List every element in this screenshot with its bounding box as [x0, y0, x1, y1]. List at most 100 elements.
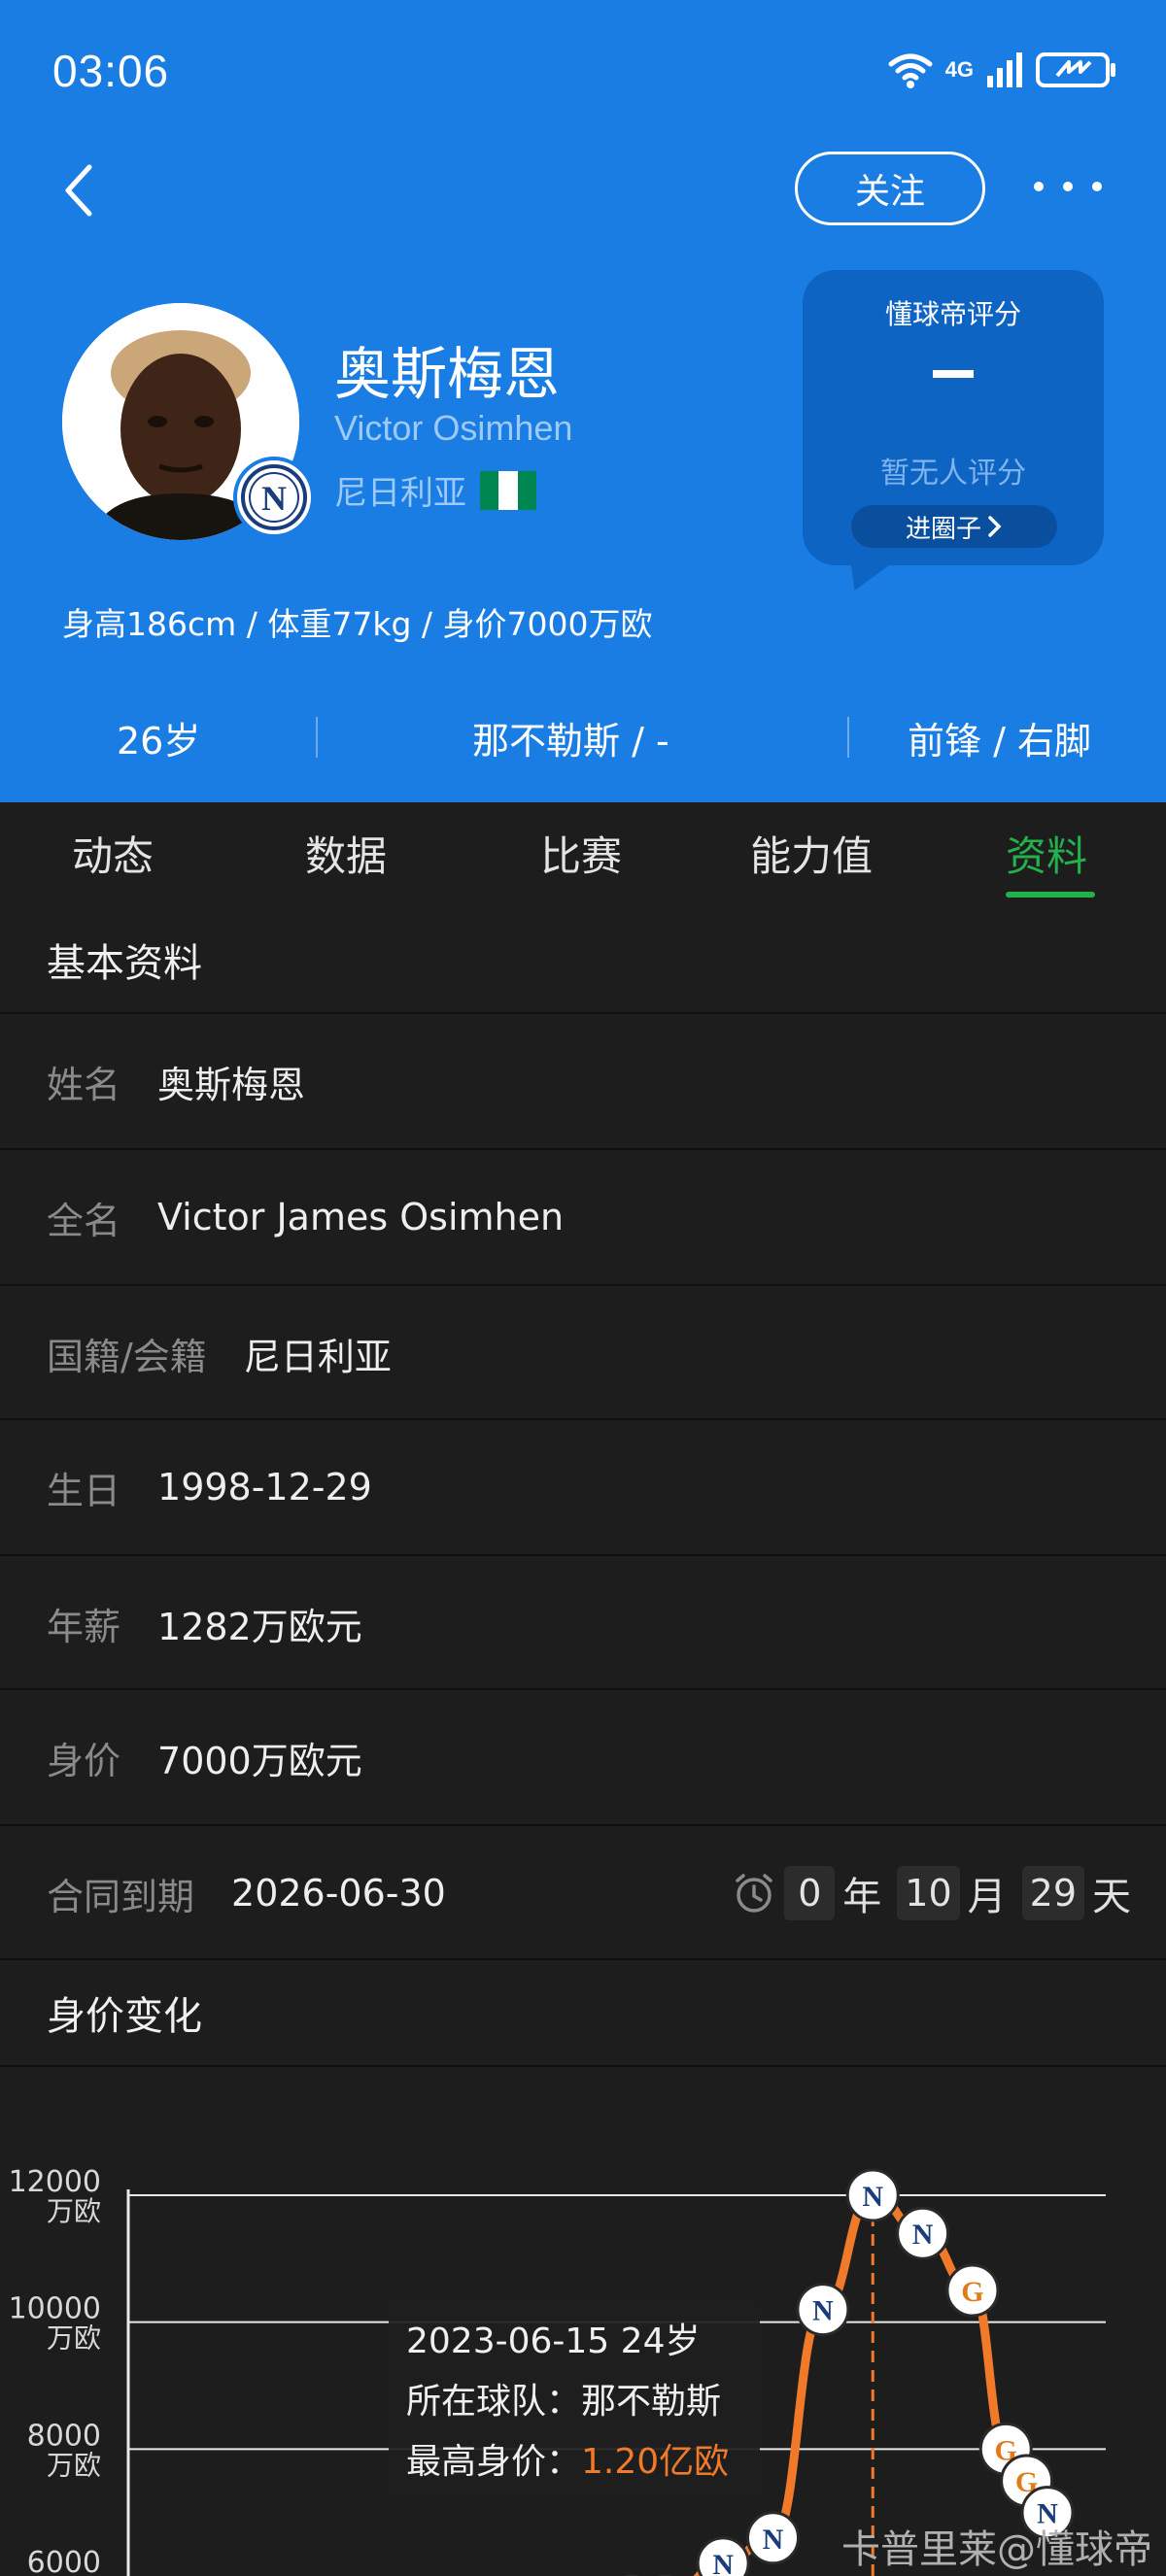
countdown-month-unit: 月 — [967, 1875, 1007, 1919]
divider — [316, 717, 318, 758]
status-icons: 4G — [887, 51, 1117, 89]
tab-ability[interactable]: 能力值 — [750, 824, 873, 883]
row-label: 合同到期 — [47, 1875, 195, 1918]
y-tick-label: 12000 — [9, 2165, 101, 2199]
svg-text:N: N — [712, 2549, 734, 2576]
info-row-name: 姓名 奥斯梅恩 — [0, 1014, 1166, 1148]
row-value: 尼日利亚 — [243, 1335, 392, 1378]
tab-matches[interactable]: 比赛 — [540, 824, 622, 883]
row-value: 2026-06-30 — [231, 1872, 446, 1915]
tab-bar: 动态 数据 比赛 能力值 资料 — [0, 802, 1166, 909]
info-row-salary: 年薪 1282万欧元 — [0, 1556, 1166, 1690]
row-label: 身价 — [47, 1739, 121, 1782]
player-name-cn: 奥斯梅恩 — [334, 341, 561, 407]
row-label: 全名 — [47, 1199, 121, 1242]
network-type: 4G — [944, 57, 974, 82]
summary-row: 26岁 那不勒斯 / - 前锋 / 右脚 — [0, 699, 1166, 777]
napoli-badge-icon[interactable]: N — [796, 2283, 850, 2337]
row-label: 年薪 — [47, 1605, 121, 1648]
y-tick-unit: 万欧 — [47, 2195, 101, 2227]
y-tick-unit: 万欧 — [47, 2449, 101, 2481]
value-change-title: 身价变化 — [47, 1994, 202, 2039]
rating-dash — [933, 370, 974, 378]
active-tab-indicator — [1006, 892, 1095, 898]
svg-text:N: N — [862, 2181, 883, 2213]
napoli-badge-icon[interactable]: N — [746, 2511, 801, 2565]
player-nationality: 尼日利亚 — [334, 466, 536, 514]
dot-icon — [1034, 182, 1044, 191]
rating-subtitle: 暂无人评分 — [880, 457, 1026, 491]
player-club[interactable]: 那不勒斯 / - — [472, 711, 669, 764]
signal-icon — [987, 52, 1022, 87]
tooltip-team: 所在球队：那不勒斯 — [406, 2372, 742, 2432]
body-stats: 身高186cm / 体重77kg / 身价7000万欧 — [62, 605, 653, 643]
row-value: Victor James Osimhen — [157, 1196, 565, 1238]
row-label: 生日 — [47, 1469, 121, 1512]
info-row-fullname: 全名 Victor James Osimhen — [0, 1150, 1166, 1284]
row-value: 1282万欧元 — [157, 1605, 362, 1648]
more-options-button[interactable] — [1034, 167, 1102, 206]
info-row-contract: 合同到期 2026-06-30 0 年 10 月 29 天 — [0, 1826, 1166, 1960]
y-tick-unit: 万欧 — [47, 2322, 101, 2355]
svg-text:N: N — [912, 2219, 934, 2251]
galatasaray-badge-icon[interactable]: G — [945, 2263, 1000, 2318]
y-tick-label: 6000 — [27, 2546, 101, 2576]
tab-profile[interactable]: 资料 — [1006, 824, 1087, 883]
battery-icon — [1036, 52, 1115, 87]
player-name-en: Victor Osimhen — [334, 408, 573, 448]
alarm-clock-icon — [736, 1874, 773, 1913]
svg-text:N: N — [812, 2295, 834, 2327]
svg-text:N: N — [261, 479, 287, 518]
info-row-birthday: 生日 1998-12-29 — [0, 1420, 1166, 1554]
contract-countdown: 0 年 10 月 29 天 — [732, 1826, 1139, 1960]
follow-button[interactable]: 关注 — [795, 152, 985, 225]
countdown-year-unit: 年 — [842, 1875, 882, 1919]
status-bar: 03:06 4G — [0, 0, 1166, 146]
napoli-logo: N — [241, 464, 307, 530]
divider — [0, 2065, 1166, 2067]
watermark: 卡普里莱@懂球帝 — [841, 2527, 1152, 2572]
status-time: 03:06 — [52, 46, 170, 96]
countdown-months: 10 — [897, 1866, 960, 1920]
join-circle-label: 进圈子 — [905, 514, 981, 544]
tooltip-team-value: 那不勒斯 — [581, 2382, 722, 2422]
dot-icon — [1092, 182, 1102, 191]
chevron-right-icon — [988, 516, 1002, 537]
nigeria-flag-icon — [480, 470, 536, 510]
y-tick-label: 8000 — [27, 2419, 101, 2453]
join-circle-button[interactable]: 进圈子 — [851, 505, 1057, 548]
tooltip-peak-label: 最高身价： — [406, 2442, 582, 2482]
countdown-days: 29 — [1021, 1866, 1084, 1920]
row-value: 7000万欧元 — [157, 1739, 362, 1782]
tooltip-date-age: 2023-06-15 24岁 — [406, 2322, 701, 2361]
nationality-label: 尼日利亚 — [334, 474, 466, 513]
rating-value — [803, 363, 1104, 382]
wifi-icon — [888, 53, 933, 88]
player-position: 前锋 / 右脚 — [908, 720, 1091, 763]
napoli-badge-icon[interactable]: N — [845, 2168, 900, 2222]
info-row-market-value: 身价 7000万欧元 — [0, 1690, 1166, 1824]
player-age: 26岁 — [117, 720, 201, 763]
tooltip-peak: 最高身价：1.20亿欧 — [406, 2432, 742, 2492]
chart-tooltip: 2023-06-15 24岁 所在球队：那不勒斯 最高身价：1.20亿欧 — [389, 2298, 760, 2498]
info-row-nationality: 国籍/会籍 尼日利亚 — [0, 1286, 1166, 1420]
row-label: 国籍/会籍 — [47, 1335, 207, 1378]
rating-title: 懂球帝评分 — [884, 298, 1021, 330]
dot-icon — [1063, 182, 1073, 191]
tab-feed[interactable]: 动态 — [72, 824, 154, 883]
back-button[interactable] — [58, 163, 101, 218]
divider — [847, 717, 849, 758]
tooltip-team-label: 所在球队： — [406, 2382, 582, 2422]
tab-stats[interactable]: 数据 — [305, 824, 387, 883]
countdown-years: 0 — [784, 1866, 836, 1920]
player-header: 03:06 4G 关注 N 奥斯梅恩 Victor Osimhen 尼日利亚 懂… — [0, 0, 1166, 802]
basic-info-title: 基本资料 — [47, 941, 202, 986]
napoli-badge-icon[interactable]: N — [896, 2206, 950, 2260]
svg-text:N: N — [763, 2524, 784, 2556]
tooltip-peak-value: 1.20亿欧 — [581, 2442, 730, 2482]
napoli-badge-icon[interactable]: N — [696, 2536, 750, 2576]
row-value: 1998-12-29 — [157, 1466, 372, 1508]
row-label: 姓名 — [47, 1063, 121, 1106]
y-tick-label: 10000 — [9, 2292, 101, 2326]
countdown-day-unit: 天 — [1092, 1875, 1131, 1919]
